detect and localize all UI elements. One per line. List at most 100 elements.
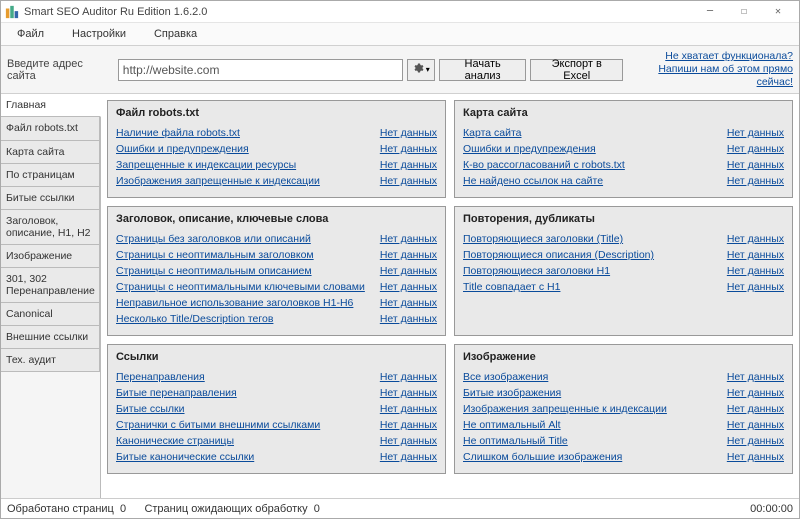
sidebar-tab-3[interactable]: По страницам (1, 164, 100, 187)
no-data-link[interactable]: Нет данных (380, 159, 437, 171)
report-link[interactable]: Наличие файла robots.txt (116, 127, 380, 139)
report-link[interactable]: Не оптимальный Alt (463, 419, 727, 431)
report-link[interactable]: К-во рассогласований с robots.txt (463, 159, 727, 171)
panel-title: Изображение (463, 351, 784, 363)
report-link[interactable]: Карта сайта (463, 127, 727, 139)
report-link[interactable]: Перенаправления (116, 371, 380, 383)
sidebar-tab-0[interactable]: Главная (1, 94, 101, 117)
no-data-link[interactable]: Нет данных (380, 127, 437, 139)
no-data-link[interactable]: Нет данных (727, 451, 784, 463)
no-data-link[interactable]: Нет данных (380, 435, 437, 447)
no-data-link[interactable]: Нет данных (380, 143, 437, 155)
no-data-link[interactable]: Нет данных (380, 387, 437, 399)
sidebar-tab-9[interactable]: Внешние ссылки (1, 326, 100, 349)
panel-row: Страницы с неоптимальным заголовкомНет д… (116, 247, 437, 263)
report-link[interactable]: Страницы без заголовков или описаний (116, 233, 380, 245)
report-link[interactable]: Повторяющиеся заголовки H1 (463, 265, 727, 277)
sidebar-tab-10[interactable]: Тех. аудит (1, 349, 100, 372)
sidebar-tab-2[interactable]: Карта сайта (1, 141, 100, 164)
report-link[interactable]: Страницы с неоптимальными ключевыми слов… (116, 281, 380, 293)
report-link[interactable]: Изображения запрещенные к индексации (463, 403, 727, 415)
report-link[interactable]: Слишком большие изображения (463, 451, 727, 463)
no-data-link[interactable]: Нет данных (380, 249, 437, 261)
no-data-link[interactable]: Нет данных (380, 265, 437, 277)
menu-settings[interactable]: Настройки (58, 25, 140, 43)
no-data-link[interactable]: Нет данных (727, 281, 784, 293)
app-icon (5, 5, 19, 19)
report-link[interactable]: Битые канонические ссылки (116, 451, 380, 463)
url-input[interactable] (118, 59, 403, 81)
export-excel-button[interactable]: Экспорт в Excel (530, 59, 623, 81)
menu-help[interactable]: Справка (140, 25, 211, 43)
promo-link-1[interactable]: Не хватает функционала? (665, 50, 793, 62)
start-analysis-button[interactable]: Начать анализ (439, 59, 527, 81)
settings-dropdown-button[interactable]: ▾ (407, 59, 435, 81)
sidebar-tab-7[interactable]: 301, 302 Перенаправление (1, 268, 100, 303)
report-link[interactable]: Ошибки и предупреждения (116, 143, 380, 155)
panel-row: Битые ссылкиНет данных (116, 401, 437, 417)
sidebar-tab-5[interactable]: Заголовок, описание, H1, H2 (1, 210, 100, 245)
report-link[interactable]: Битые ссылки (116, 403, 380, 415)
report-link[interactable]: Битые изображения (463, 387, 727, 399)
sidebar-tab-6[interactable]: Изображение (1, 245, 100, 268)
report-link[interactable]: Ошибки и предупреждения (463, 143, 727, 155)
report-link[interactable]: Title совпадает с H1 (463, 281, 727, 293)
report-link[interactable]: Страницы с неоптимальным описанием (116, 265, 380, 277)
statusbar: Обработано страниц 0 Страниц ожидающих о… (1, 498, 799, 518)
report-link[interactable]: Все изображения (463, 371, 727, 383)
promo-link-2[interactable]: Напиши нам об этом прямо сейчас! (658, 63, 793, 88)
sidebar-tab-4[interactable]: Битые ссылки (1, 187, 100, 210)
main-content[interactable]: Файл robots.txtНаличие файла robots.txtН… (101, 94, 799, 498)
panel-row: Запрещенные к индексации ресурсыНет данн… (116, 157, 437, 173)
no-data-link[interactable]: Нет данных (727, 233, 784, 245)
report-link[interactable]: Канонические страницы (116, 435, 380, 447)
no-data-link[interactable]: Нет данных (380, 281, 437, 293)
no-data-link[interactable]: Нет данных (380, 451, 437, 463)
maximize-button[interactable]: ☐ (727, 1, 761, 23)
panel-1: Карта сайтаКарта сайтаНет данных Ошибки и… (454, 100, 793, 198)
sidebar-tab-1[interactable]: Файл robots.txt (1, 117, 100, 140)
report-link[interactable]: Страницы с неоптимальным заголовком (116, 249, 380, 261)
minimize-button[interactable]: ─ (693, 1, 727, 23)
no-data-link[interactable]: Нет данных (727, 435, 784, 447)
report-link[interactable]: Странички с битыми внешними ссылками (116, 419, 380, 431)
close-button[interactable]: ✕ (761, 1, 795, 23)
panel-row: К-во рассогласований с robots.txtНет дан… (463, 157, 784, 173)
panel-row: Изображения запрещенные к индексацииНет … (116, 173, 437, 189)
report-link[interactable]: Не оптимальный Title (463, 435, 727, 447)
no-data-link[interactable]: Нет данных (727, 143, 784, 155)
report-link[interactable]: Битые перенаправления (116, 387, 380, 399)
report-link[interactable]: Изображения запрещенные к индексации (116, 175, 380, 187)
no-data-link[interactable]: Нет данных (727, 403, 784, 415)
no-data-link[interactable]: Нет данных (380, 297, 437, 309)
no-data-link[interactable]: Нет данных (380, 371, 437, 383)
no-data-link[interactable]: Нет данных (727, 265, 784, 277)
no-data-link[interactable]: Нет данных (380, 313, 437, 325)
panel-row: Несколько Title/Description теговНет дан… (116, 311, 437, 327)
report-link[interactable]: Неправильное использование заголовков H1… (116, 297, 380, 309)
processed-value: 0 (120, 503, 126, 515)
no-data-link[interactable]: Нет данных (727, 249, 784, 261)
sidebar-tab-8[interactable]: Canonical (1, 303, 100, 326)
no-data-link[interactable]: Нет данных (727, 175, 784, 187)
panel-row: Изображения запрещенные к индексацииНет … (463, 401, 784, 417)
report-link[interactable]: Запрещенные к индексации ресурсы (116, 159, 380, 171)
no-data-link[interactable]: Нет данных (380, 233, 437, 245)
report-link[interactable]: Не найдено ссылок на сайте (463, 175, 727, 187)
no-data-link[interactable]: Нет данных (727, 127, 784, 139)
no-data-link[interactable]: Нет данных (727, 419, 784, 431)
report-link[interactable]: Несколько Title/Description тегов (116, 313, 380, 325)
gear-icon (412, 62, 424, 77)
no-data-link[interactable]: Нет данных (727, 159, 784, 171)
no-data-link[interactable]: Нет данных (727, 371, 784, 383)
panel-row: Страницы без заголовков или описанийНет … (116, 231, 437, 247)
panel-row: Карта сайтаНет данных (463, 125, 784, 141)
no-data-link[interactable]: Нет данных (727, 387, 784, 399)
panel-title: Файл robots.txt (116, 107, 437, 119)
report-link[interactable]: Повторяющиеся описания (Description) (463, 249, 727, 261)
report-link[interactable]: Повторяющиеся заголовки (Title) (463, 233, 727, 245)
menu-file[interactable]: Файл (3, 25, 58, 43)
no-data-link[interactable]: Нет данных (380, 403, 437, 415)
no-data-link[interactable]: Нет данных (380, 419, 437, 431)
no-data-link[interactable]: Нет данных (380, 175, 437, 187)
